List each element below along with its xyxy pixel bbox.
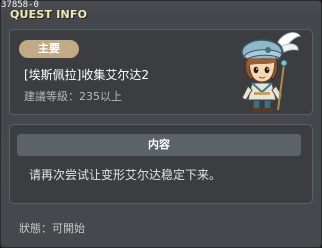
npc-portrait-icon — [232, 28, 306, 112]
quest-description: 请再次尝试让变形艾尔达稳定下来。 — [29, 168, 222, 182]
quest-level-requirement: 建議等級：235以上 — [24, 90, 122, 103]
window-title: QUEST INFO — [10, 8, 88, 21]
quest-status: 狀態：可開始 — [19, 222, 85, 235]
quest-name: [埃斯佩拉]收集艾尔达2 — [24, 68, 149, 82]
content-section-header: 内容 — [17, 134, 301, 156]
quest-category-badge: 主要 — [19, 40, 79, 58]
